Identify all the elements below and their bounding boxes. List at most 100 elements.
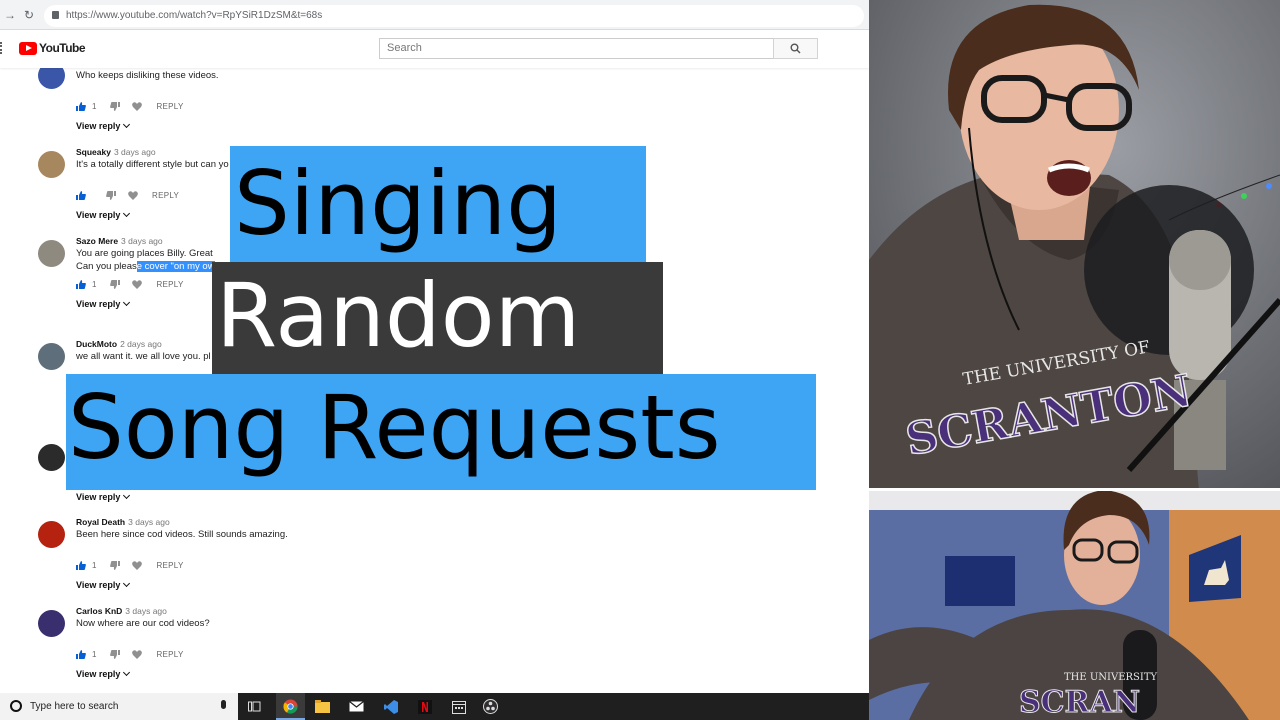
thumbs-down-icon[interactable] xyxy=(106,190,116,200)
view-reply-button[interactable]: View reply xyxy=(76,668,131,679)
comment-item: Carlos KnD 3 days ago Now where are our co… xyxy=(0,606,869,686)
search-input[interactable]: Search xyxy=(379,38,774,59)
chevron-down-icon xyxy=(123,491,131,500)
search-icon xyxy=(790,43,801,54)
netflix-icon[interactable] xyxy=(416,698,433,715)
view-reply-label: View reply xyxy=(76,580,121,590)
webcam-divider xyxy=(869,488,1280,491)
comment-text-line: Now where are our cod videos? xyxy=(76,618,210,629)
comment-time[interactable]: 3 days ago xyxy=(114,147,156,157)
view-reply-label: View reply xyxy=(76,210,121,220)
comment-text-line: Who keeps disliking these videos. xyxy=(76,70,219,81)
file-explorer-icon[interactable] xyxy=(314,698,331,715)
view-reply-label: View reply xyxy=(76,299,121,309)
menu-icon[interactable] xyxy=(0,42,3,54)
view-reply-button[interactable]: View reply xyxy=(76,120,131,131)
reply-button[interactable]: REPLY xyxy=(156,102,183,111)
selected-text: e cover "on my ow xyxy=(136,261,215,272)
comment-actions: REPLY xyxy=(76,189,179,201)
comment-item: blue phenix3 days agoWho keeps disliking… xyxy=(0,58,869,138)
obs-icon[interactable] xyxy=(482,698,499,715)
comment-text-line: Can you pleas xyxy=(76,261,137,272)
light-bulb xyxy=(1241,193,1247,199)
comment-text: Been here since cod videos. Still sounds… xyxy=(76,528,288,541)
reply-button[interactable]: REPLY xyxy=(152,191,179,200)
stage: → ↻ https://www.youtube.com/watch?v=RpYS… xyxy=(0,0,1280,720)
view-reply-button[interactable]: View reply xyxy=(76,298,131,309)
comment-text-line: It's a totally different style but can y… xyxy=(76,159,229,170)
comment-time[interactable]: 3 days ago xyxy=(128,517,170,527)
comment-text: Who keeps disliking these videos. xyxy=(76,69,219,82)
comment-actions: 1 REPLY xyxy=(76,648,184,660)
title-line-1: Singing xyxy=(230,146,646,264)
chevron-down-icon xyxy=(123,668,131,677)
reload-icon[interactable]: ↻ xyxy=(24,8,34,22)
view-reply-button[interactable]: View reply xyxy=(76,209,131,220)
comment-author[interactable]: Royal Death xyxy=(76,517,125,527)
chrome-icon[interactable] xyxy=(282,698,299,715)
address-bar[interactable]: https://www.youtube.com/watch?v=RpYSiR1D… xyxy=(44,5,864,27)
microphone-icon[interactable] xyxy=(221,700,226,709)
reply-button[interactable]: REPLY xyxy=(156,650,183,659)
thumbs-up-icon[interactable] xyxy=(76,560,86,570)
comment-header: Sazo Mere 3 days ago xyxy=(76,236,163,246)
taskbar-search-box[interactable]: Type here to search xyxy=(0,693,238,720)
avatar[interactable] xyxy=(38,240,65,267)
comment-actions: 1 REPLY xyxy=(76,559,184,571)
comment-actions: 1 REPLY xyxy=(76,278,184,290)
comment-author[interactable]: DuckMoto xyxy=(76,339,117,349)
thumbs-up-icon[interactable] xyxy=(76,101,86,111)
hoodie-small-large-text: SCRAN xyxy=(1019,685,1140,720)
thumbs-up-icon[interactable] xyxy=(76,190,86,200)
comment-text-line: we all want it. we all love you. pl xyxy=(76,351,211,362)
youtube-header: YouTube Search xyxy=(0,30,869,68)
heart-icon[interactable] xyxy=(132,560,143,570)
avatar[interactable] xyxy=(38,444,65,471)
hoodie-small-text: THE UNIVERSITY xyxy=(1064,672,1158,683)
thumbs-down-icon[interactable] xyxy=(110,649,121,659)
search-button[interactable] xyxy=(773,38,818,59)
comment-time[interactable]: 2 days ago xyxy=(120,339,162,349)
avatar[interactable] xyxy=(38,610,65,637)
heart-icon[interactable] xyxy=(132,649,143,659)
comment-time[interactable]: 3 days ago xyxy=(125,606,167,616)
comment-text: Now where are our cod videos? xyxy=(76,617,210,630)
avatar[interactable] xyxy=(38,343,65,370)
visual-studio-icon[interactable] xyxy=(382,698,399,715)
task-view-icon[interactable] xyxy=(246,698,263,715)
comment-author[interactable]: Carlos KnD xyxy=(76,606,122,616)
reply-button[interactable]: REPLY xyxy=(156,280,183,289)
webcam-top-scene: THE UNIVERSITY OF SCRANTON xyxy=(869,0,1280,490)
like-count: 1 xyxy=(92,279,97,289)
avatar[interactable] xyxy=(38,521,65,548)
heart-icon[interactable] xyxy=(132,279,143,289)
comment-author[interactable]: Squeaky xyxy=(76,147,111,157)
comment-time[interactable]: 3 days ago xyxy=(121,236,163,246)
lock-icon xyxy=(52,11,59,19)
like-count: 1 xyxy=(92,560,97,570)
thumbs-up-icon[interactable] xyxy=(76,279,86,289)
heart-icon[interactable] xyxy=(128,190,138,200)
comment-author[interactable]: Sazo Mere xyxy=(76,236,118,246)
view-reply-button[interactable]: View reply xyxy=(76,491,131,502)
heart-icon[interactable] xyxy=(132,101,143,111)
title-line-2: Random xyxy=(212,262,663,374)
comment-header: Royal Death 3 days ago xyxy=(76,517,170,527)
mail-icon[interactable] xyxy=(348,698,365,715)
reply-button[interactable]: REPLY xyxy=(156,561,183,570)
back-arrow-icon[interactable]: → xyxy=(4,8,16,22)
thumbs-up-icon[interactable] xyxy=(76,649,86,659)
thumbs-down-icon[interactable] xyxy=(110,560,121,570)
calendar-icon[interactable] xyxy=(450,698,467,715)
comment-text: You are going places Billy. Great Can you… xyxy=(76,247,215,273)
youtube-logo[interactable]: YouTube xyxy=(19,41,86,55)
thumbs-down-icon[interactable] xyxy=(110,101,121,111)
browser-toolbar: → ↻ https://www.youtube.com/watch?v=RpYS… xyxy=(0,0,869,30)
thumbs-down-icon[interactable] xyxy=(110,279,121,289)
youtube-play-icon xyxy=(19,41,37,55)
like-count: 1 xyxy=(92,101,97,111)
view-reply-button[interactable]: View reply xyxy=(76,579,131,590)
chevron-down-icon xyxy=(123,209,131,218)
webcam-bottom-scene: THE UNIVERSITY SCRAN xyxy=(869,490,1280,720)
avatar[interactable] xyxy=(38,151,65,178)
